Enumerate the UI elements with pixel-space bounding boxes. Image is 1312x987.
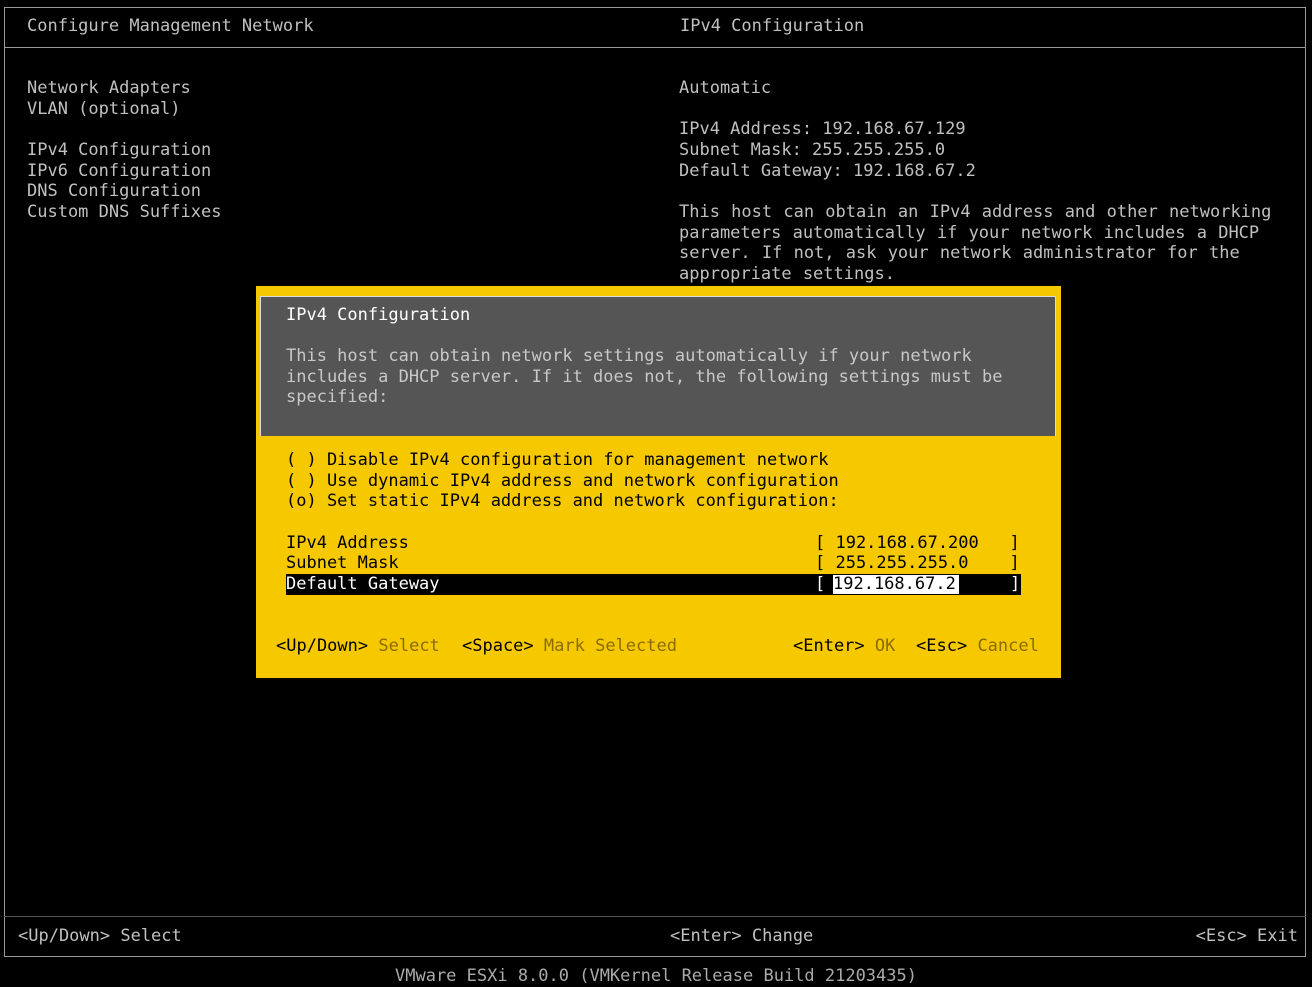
hint-space-mark: <Space> Mark Selected <box>462 636 677 657</box>
ipv4-address-field[interactable]: [ 192.168.67.200 ] <box>815 533 1020 554</box>
menu-item-network-adapters[interactable]: Network Adapters <box>27 78 191 99</box>
hint-space-action: Mark Selected <box>543 636 677 656</box>
current-default-gateway: Default Gateway: 192.168.67.2 <box>679 161 976 181</box>
hint-esc-key: <Esc> <box>916 636 968 656</box>
hint-updown-key: <Up/Down> <box>276 636 369 656</box>
current-ipv4-address: IPv4 Address: 192.168.67.129 <box>679 119 966 139</box>
header-divider <box>4 47 1306 48</box>
current-subnet-mask: Subnet Mask: 255.255.255.0 <box>679 140 946 160</box>
menu-item-vlan[interactable]: VLAN (optional) <box>27 99 181 120</box>
option-dynamic-ipv4[interactable]: ( ) Use dynamic IPv4 address and network… <box>286 471 839 492</box>
option-static-ipv4[interactable]: (o) Set static IPv4 address and network … <box>286 491 839 512</box>
ok-button[interactable]: <Enter> OK <box>793 636 895 657</box>
menu-item-dns-configuration[interactable]: DNS Configuration <box>27 181 201 202</box>
ipv4-description: This host can obtain an IPv4 address and… <box>679 202 1272 284</box>
default-gateway-row[interactable]: Default Gateway [ 192.168.67.2 ] <box>286 574 1021 595</box>
subnet-mask-label: Subnet Mask <box>286 553 399 573</box>
hint-esc-action: Cancel <box>977 636 1039 656</box>
footer-divider <box>4 916 1306 917</box>
ipv4-configuration-dialog: IPv4 Configuration This host can obtain … <box>256 286 1061 678</box>
menu-item-ipv4-configuration[interactable]: IPv4 Configuration <box>27 140 211 161</box>
default-gateway-input[interactable]: 192.168.67.2 <box>833 575 959 594</box>
bracket-right: ] <box>1010 574 1021 594</box>
dialog-title: IPv4 Configuration <box>286 305 471 325</box>
dialog-description: This host can obtain network settings au… <box>286 346 1003 408</box>
hint-enter-key: <Enter> <box>793 636 865 656</box>
hint-updown-select: <Up/Down> Select <box>276 636 440 657</box>
default-gateway-label: Default Gateway <box>286 574 440 594</box>
ipv4-mode: Automatic <box>679 78 772 98</box>
cancel-button[interactable]: <Esc> Cancel <box>916 636 1039 657</box>
ipv4-address-label: IPv4 Address <box>286 533 409 553</box>
menu-item-ipv6-configuration[interactable]: IPv6 Configuration <box>27 161 211 182</box>
footer-hint-exit: <Esc> Exit <box>1195 926 1298 946</box>
right-panel-title: IPv4 Configuration <box>680 16 865 36</box>
footer-hint-change: <Enter> Change <box>670 926 814 946</box>
subnet-mask-field[interactable]: [ 255.255.255.0 ] <box>815 553 1020 574</box>
bracket-left: [ <box>815 574 826 594</box>
hint-enter-action: OK <box>874 636 896 656</box>
option-disable-ipv4[interactable]: ( ) Disable IPv4 configuration for manag… <box>286 450 828 471</box>
menu-item-custom-dns-suffixes[interactable]: Custom DNS Suffixes <box>27 202 221 223</box>
footer-hint-select: <Up/Down> Select <box>18 926 182 946</box>
hint-updown-action: Select <box>378 636 440 656</box>
hint-space-key: <Space> <box>462 636 534 656</box>
left-panel-title: Configure Management Network <box>27 16 314 36</box>
